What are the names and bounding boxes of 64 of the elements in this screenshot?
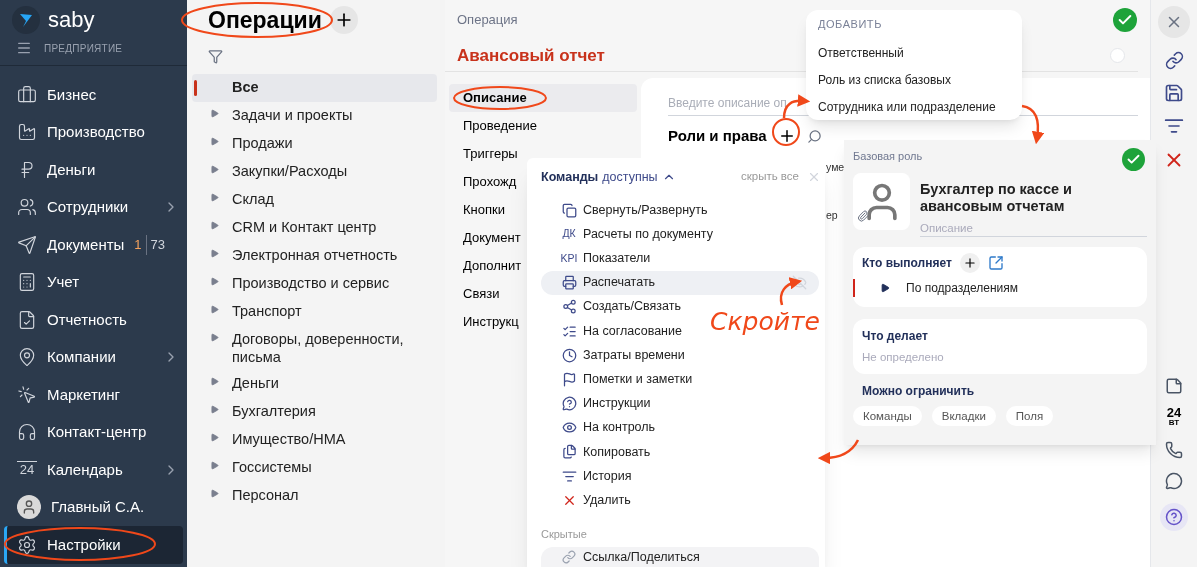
- command-label: Распечатать: [583, 274, 656, 292]
- role-text-fragment: уме: [826, 160, 845, 175]
- popup-title: Команды: [541, 168, 599, 186]
- sidebar-item-label: Учет: [47, 272, 80, 292]
- performer-label: По подразделениям: [906, 280, 1019, 297]
- annotation-text: Скройте: [710, 306, 820, 338]
- sidebar-item-label: Документы: [47, 234, 125, 255]
- section-title: Кто выполняет: [862, 255, 952, 272]
- section-heading: Роли и права: [668, 125, 767, 146]
- category-label: Продажи: [232, 134, 293, 152]
- category-label: Электронная отчетность: [232, 246, 398, 264]
- category-label: Персонал: [232, 486, 299, 504]
- category-label: Транспорт: [232, 302, 302, 320]
- logo-text: saby: [48, 6, 95, 34]
- command-label: Свернуть/Развернуть: [583, 201, 708, 219]
- section-label: ПРЕДПРИЯТИЕ: [44, 41, 123, 56]
- hidden-section-title: Скрытые: [541, 527, 588, 543]
- command-label: Показатели: [583, 250, 651, 268]
- sidebar-item-label: Настройки: [47, 534, 121, 555]
- category-label: Деньги: [232, 374, 279, 392]
- command-label: Инструкции: [583, 395, 651, 413]
- category-label: Имущество/НМА: [232, 430, 346, 448]
- sidebar-item-label: Главный С.А.: [51, 497, 145, 517]
- sidebar-item-label: Производство: [47, 122, 145, 142]
- category-label: Госсистемы: [232, 458, 312, 476]
- command-label: Удалить: [583, 491, 631, 509]
- category-label: Склад: [232, 190, 274, 208]
- card-label: Базовая роль: [853, 149, 923, 164]
- sidebar-item-label: Контакт-центр: [47, 422, 147, 442]
- command-label: На согласование: [583, 322, 682, 340]
- section-title: Можно ограничить: [861, 383, 976, 401]
- menu-title: ДОБАВИТЬ: [818, 17, 883, 32]
- category-label: Все: [232, 78, 259, 96]
- command-label: Копировать: [583, 443, 651, 461]
- command-label: Создать/Связать: [583, 298, 681, 316]
- sidebar-item-label: Сотрудники: [47, 197, 129, 217]
- category-label: Задачи и проекты: [232, 106, 353, 124]
- sidebar-item-label: Компании: [47, 347, 116, 367]
- command-abbreviation: ДК: [562, 226, 576, 242]
- category-label: CRM и Контакт центр: [232, 218, 377, 236]
- command-label: Затраты времени: [583, 346, 685, 364]
- role-text-fragment: ер: [826, 207, 838, 223]
- counter-new: 1: [134, 236, 142, 254]
- sidebar-item-label: Календарь: [47, 459, 123, 480]
- sidebar-item-label: Деньги: [47, 159, 96, 180]
- command-label: История: [583, 467, 632, 485]
- sidebar-item-label: Отчетность: [47, 309, 127, 330]
- role-name: Бухгалтер по кассе и авансовым отчетам: [920, 181, 1073, 215]
- command-abbreviation: KPI: [560, 250, 578, 266]
- category-label: Бухгалтерия: [232, 402, 316, 420]
- command-label: Расчеты по документу: [583, 225, 713, 243]
- section-title: Что делает: [862, 328, 929, 345]
- panel-header: Операция: [457, 11, 518, 30]
- sidebar-item-label: Маркетинг: [47, 384, 120, 405]
- command-label: На контроль: [583, 419, 656, 437]
- command-label: Пометки и заметки: [583, 371, 693, 389]
- sidebar-item-label: Бизнес: [47, 84, 97, 105]
- operation-title: Авансовый отчет: [457, 44, 605, 67]
- counter-total: 73: [145, 235, 166, 255]
- page-title: Операции: [208, 8, 322, 32]
- section-value: Не определено: [862, 350, 945, 365]
- category-label: Договоры, доверенности, письма: [232, 330, 405, 366]
- category-label: Производство и сервис: [232, 274, 390, 292]
- category-label: Закупки/Расходы: [232, 162, 348, 180]
